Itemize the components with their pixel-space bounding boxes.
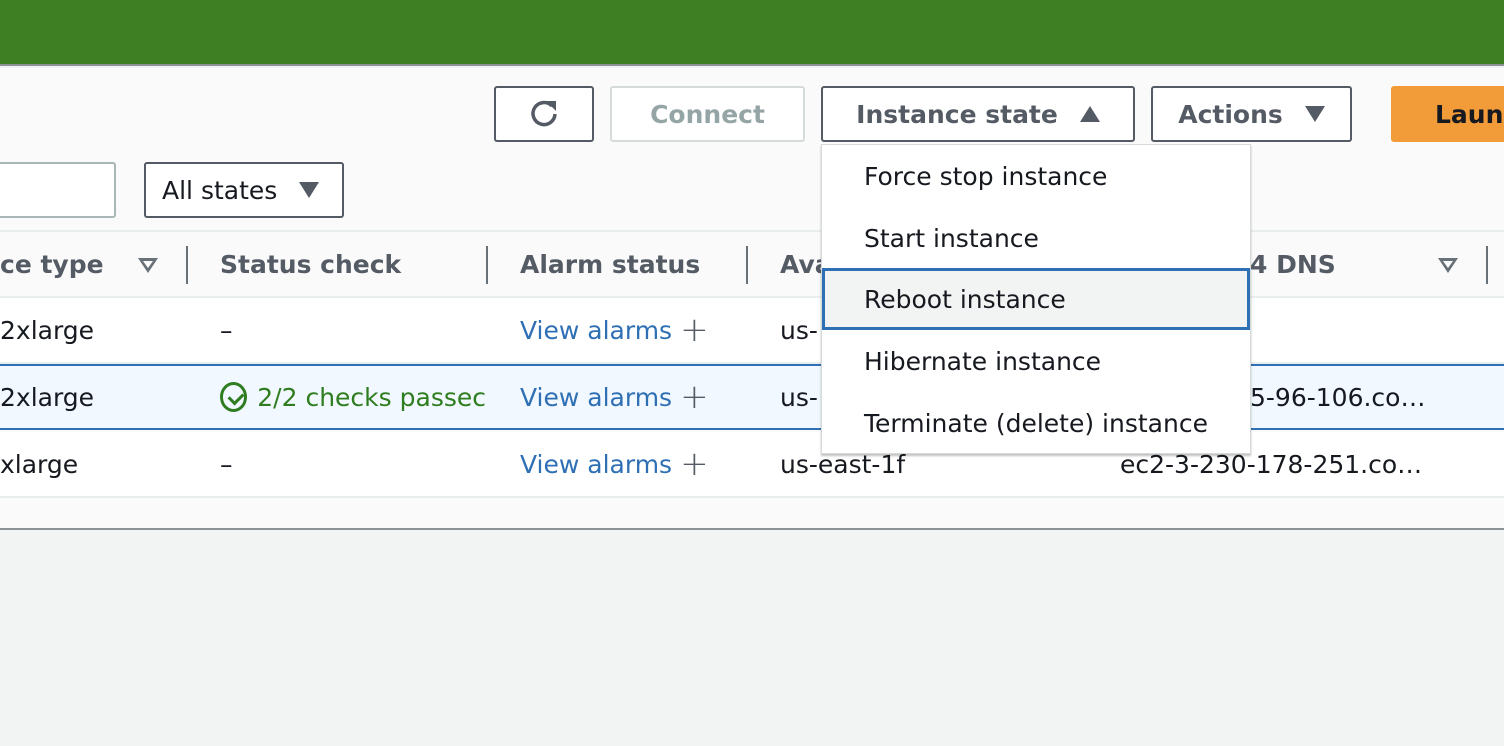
caret-down-icon xyxy=(1304,106,1325,122)
cell-alarm-status: View alarms + xyxy=(520,298,709,362)
caret-up-icon xyxy=(1079,106,1100,122)
cell-public-dns: 5-96-106.co… xyxy=(1250,382,1426,412)
cell-instance-type: 2xlarge xyxy=(0,315,95,345)
connect-label: Connect xyxy=(650,99,765,129)
cell-instance-type: xlarge xyxy=(0,449,79,479)
table-row-selected[interactable]: 2xlarge 2/2 checks passec View alarms + … xyxy=(0,364,1504,430)
table-row[interactable]: 2xlarge – View alarms + us- xyxy=(0,298,1504,364)
menu-item-force-stop[interactable]: Force stop instance xyxy=(822,145,1250,207)
column-header-instance-type[interactable]: ce type xyxy=(0,232,104,296)
actions-button[interactable]: Actions xyxy=(1151,86,1352,142)
view-alarms-link[interactable]: View alarms xyxy=(520,316,672,345)
menu-item-reboot[interactable]: Reboot instance xyxy=(822,268,1250,330)
add-alarm-icon[interactable]: + xyxy=(680,377,709,417)
column-label: ce type xyxy=(0,249,104,279)
console-header-bar xyxy=(0,0,1504,66)
cell-status-check: – xyxy=(220,449,233,479)
add-alarm-icon[interactable]: + xyxy=(680,310,709,350)
column-resizer[interactable] xyxy=(486,246,488,284)
launch-label: Launch instances xyxy=(1435,99,1504,129)
table-header: ce type Status check Alarm status Ava 4 … xyxy=(0,230,1504,298)
column-header-status-check[interactable]: Status check xyxy=(220,232,401,296)
instance-state-menu: Force stop instance Start instance Reboo… xyxy=(821,144,1251,454)
menu-item-hibernate[interactable]: Hibernate instance xyxy=(822,330,1250,392)
check-circle-icon xyxy=(220,382,248,412)
cell-status-check: 2/2 checks passec xyxy=(220,366,486,428)
cell-availability-zone: us- xyxy=(780,382,818,412)
menu-item-start[interactable]: Start instance xyxy=(822,207,1250,269)
column-resizer[interactable] xyxy=(746,246,748,284)
state-filter-value: All states xyxy=(162,175,278,205)
column-header-public-dns[interactable]: 4 DNS xyxy=(1250,232,1336,296)
sort-icon[interactable] xyxy=(1438,258,1458,273)
connect-button[interactable]: Connect xyxy=(610,86,805,142)
cell-alarm-status: View alarms + xyxy=(520,432,709,496)
column-resizer[interactable] xyxy=(1486,246,1488,284)
menu-item-terminate[interactable]: Terminate (delete) instance xyxy=(822,392,1250,454)
column-label: Alarm status xyxy=(520,249,701,279)
table-row[interactable]: xlarge – View alarms + us-east-1f ec2-3-… xyxy=(0,432,1504,498)
cell-instance-type: 2xlarge xyxy=(0,382,95,412)
add-alarm-icon[interactable]: + xyxy=(680,444,709,484)
search-input[interactable] xyxy=(0,162,116,218)
state-filter-select[interactable]: All states xyxy=(144,162,344,218)
sort-icon[interactable] xyxy=(138,258,158,273)
instances-table: ce type Status check Alarm status Ava 4 … xyxy=(0,230,1504,500)
launch-instances-button[interactable]: Launch instances xyxy=(1391,86,1504,142)
cell-status-check: – xyxy=(220,315,233,345)
view-alarms-link[interactable]: View alarms xyxy=(520,450,672,479)
status-check-text: 2/2 checks passec xyxy=(257,382,486,412)
column-label: 4 DNS xyxy=(1250,249,1336,279)
column-resizer[interactable] xyxy=(186,246,188,284)
view-alarms-link[interactable]: View alarms xyxy=(520,383,672,412)
refresh-button[interactable] xyxy=(494,86,594,142)
instance-state-label: Instance state xyxy=(856,99,1058,129)
instance-state-button[interactable]: Instance state xyxy=(821,86,1135,142)
caret-down-icon xyxy=(299,182,320,198)
refresh-icon xyxy=(531,100,557,127)
cell-availability-zone: us- xyxy=(780,315,818,345)
column-label: Status check xyxy=(220,249,402,279)
column-header-alarm-status[interactable]: Alarm status xyxy=(520,232,700,296)
actions-label: Actions xyxy=(1178,99,1283,129)
cell-alarm-status: View alarms + xyxy=(520,366,709,428)
